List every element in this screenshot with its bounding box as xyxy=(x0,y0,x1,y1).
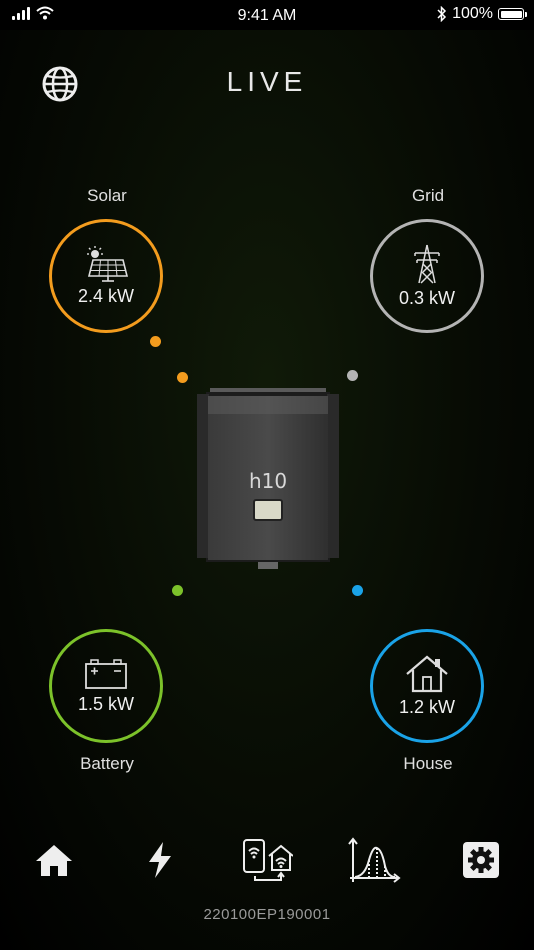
chart-icon xyxy=(348,837,401,883)
nav-home-button[interactable] xyxy=(26,832,82,888)
battery-label: Battery xyxy=(80,754,134,773)
bottom-nav xyxy=(0,832,534,892)
battery-node[interactable]: 1.5 kW xyxy=(49,629,163,743)
gear-icon xyxy=(463,842,499,878)
page-title: LIVE xyxy=(226,66,308,97)
house-value: 1.2 kW xyxy=(398,696,455,717)
grid-label: Grid xyxy=(411,186,445,205)
nav-connection-button[interactable] xyxy=(239,832,295,888)
device-serial-number: 220100EP190001 xyxy=(203,906,331,923)
bluetooth-icon xyxy=(437,6,447,22)
battery-status-icon xyxy=(498,8,527,20)
solar-label: Solar xyxy=(87,186,127,205)
status-bar: 9:41 AM 100% xyxy=(0,0,534,30)
lightning-icon xyxy=(149,842,171,878)
solar-node[interactable]: 2.4 kW xyxy=(49,219,163,333)
battery-flow-dot xyxy=(172,585,183,596)
house-label: House xyxy=(403,754,453,773)
inverter-image[interactable]: h10 xyxy=(196,388,340,570)
grid-value: 0.3 kW xyxy=(398,287,455,308)
grid-flow-dot xyxy=(347,370,358,381)
house-icon xyxy=(406,655,448,692)
inverter-model-label: h10 xyxy=(249,469,287,493)
solar-flow-dot-1 xyxy=(150,336,161,347)
house-flow-dot xyxy=(352,585,363,596)
nav-power-button[interactable] xyxy=(132,832,188,888)
connection-icon xyxy=(243,839,293,881)
solar-flow-dot-2 xyxy=(177,372,188,383)
battery-value: 1.5 kW xyxy=(77,693,134,714)
battery-percent: 100% xyxy=(452,5,493,22)
grid-node[interactable]: 0.3 kW xyxy=(370,219,484,333)
power-tower-icon xyxy=(414,244,440,284)
battery-icon xyxy=(85,658,127,689)
solar-value: 2.4 kW xyxy=(77,285,134,306)
solar-panel-icon xyxy=(87,245,129,282)
nav-settings-button[interactable] xyxy=(453,832,509,888)
nav-chart-button[interactable] xyxy=(346,832,402,888)
house-node[interactable]: 1.2 kW xyxy=(370,629,484,743)
home-icon xyxy=(36,845,72,876)
